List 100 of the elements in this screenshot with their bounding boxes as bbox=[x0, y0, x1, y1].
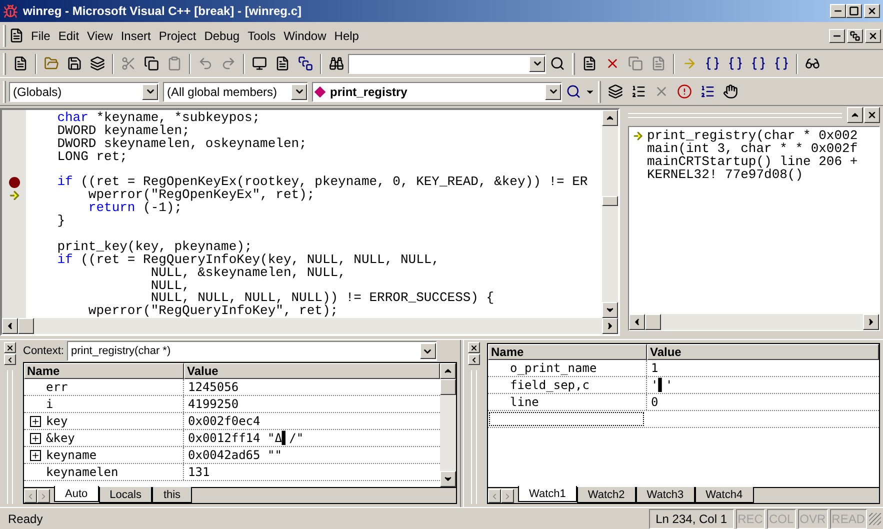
scroll-up-button[interactable] bbox=[602, 110, 618, 126]
dropdown-button[interactable] bbox=[291, 84, 307, 100]
column-header[interactable]: Value bbox=[647, 344, 879, 360]
mdi-restore-button[interactable] bbox=[847, 28, 863, 42]
expand-button[interactable] bbox=[30, 432, 40, 444]
dropdown-button[interactable] bbox=[529, 56, 545, 72]
open-folder-icon[interactable] bbox=[44, 56, 59, 71]
close-pane-button[interactable] bbox=[468, 342, 480, 353]
scroll-left-button[interactable] bbox=[629, 314, 645, 330]
close-pane-button[interactable] bbox=[4, 342, 16, 353]
mdi-minimize-button[interactable] bbox=[829, 28, 845, 42]
variable-name: &key bbox=[46, 430, 75, 446]
filter-dropdown[interactable]: (All global members) bbox=[163, 82, 308, 102]
scrollbar-thumb[interactable] bbox=[645, 314, 661, 330]
binoculars-icon[interactable] bbox=[329, 56, 344, 71]
tab[interactable]: Auto bbox=[54, 486, 99, 502]
scroll-down-button[interactable] bbox=[602, 302, 618, 318]
dropdown-button[interactable] bbox=[420, 343, 436, 359]
maximize-button[interactable] bbox=[846, 4, 862, 18]
paste-icon[interactable] bbox=[167, 56, 182, 71]
scrollbar-thumb[interactable] bbox=[18, 318, 34, 334]
menu-item[interactable]: Tools bbox=[244, 26, 280, 44]
variable-name: field_sep,c bbox=[510, 377, 590, 393]
tab-scroll-right-button[interactable] bbox=[501, 489, 514, 503]
scroll-right-button[interactable] bbox=[602, 318, 618, 334]
maximize-pane-button[interactable] bbox=[847, 107, 863, 123]
new-file-icon[interactable] bbox=[13, 56, 28, 71]
tab[interactable]: Watch1 bbox=[518, 486, 577, 502]
scroll-up-button[interactable] bbox=[440, 363, 456, 379]
breakpoint-icon bbox=[8, 177, 20, 188]
member-dropdown[interactable]: print_registry bbox=[312, 82, 562, 102]
braces-icon[interactable] bbox=[774, 56, 789, 71]
glasses-icon[interactable] bbox=[805, 56, 820, 71]
menu-item[interactable]: Edit bbox=[54, 26, 84, 44]
save-all-icon[interactable] bbox=[90, 56, 105, 71]
column-header[interactable]: Name bbox=[24, 363, 184, 379]
scroll-left-button[interactable] bbox=[2, 318, 18, 334]
expand-button[interactable] bbox=[30, 416, 40, 426]
menu-item[interactable]: Window bbox=[280, 26, 330, 44]
tab-scroll-left-button[interactable] bbox=[488, 489, 501, 503]
dropdown-button[interactable] bbox=[545, 84, 561, 100]
stack-frame[interactable]: main(int 3, char * * 0x002f bbox=[647, 142, 858, 155]
new-watch-field[interactable] bbox=[489, 412, 644, 426]
scrollbar-thumb[interactable] bbox=[440, 379, 456, 395]
cut-icon[interactable] bbox=[121, 56, 136, 71]
hand-icon[interactable] bbox=[723, 84, 738, 99]
current-frame-arrow-icon bbox=[632, 130, 644, 142]
stack-frame[interactable]: mainCRTStartup() line 206 + bbox=[647, 155, 858, 168]
tab[interactable]: this bbox=[152, 487, 192, 503]
scroll-right-button[interactable] bbox=[863, 314, 879, 330]
tab[interactable]: Watch3 bbox=[636, 487, 695, 503]
stack-frame[interactable]: KERNEL32! 77e97d08() bbox=[647, 168, 804, 181]
tab[interactable]: Locals bbox=[98, 487, 152, 503]
braces-icon[interactable] bbox=[705, 56, 720, 71]
list-icon[interactable] bbox=[631, 84, 646, 99]
tab-scroll-right-button[interactable] bbox=[37, 489, 50, 503]
dropdown-button[interactable] bbox=[142, 84, 158, 100]
tab-scroll-left-button[interactable] bbox=[24, 489, 37, 503]
close-icon[interactable] bbox=[654, 84, 669, 99]
up-arrow-icon bbox=[850, 110, 860, 120]
collapse-pane-button[interactable] bbox=[4, 354, 16, 365]
menu-item[interactable]: Insert bbox=[116, 26, 155, 44]
menu-item[interactable]: File bbox=[27, 26, 54, 44]
layers-icon[interactable] bbox=[608, 84, 623, 99]
menu-item[interactable]: Project bbox=[154, 26, 200, 44]
save-icon[interactable] bbox=[67, 56, 82, 71]
list-icon[interactable] bbox=[700, 84, 715, 99]
column-header[interactable]: Value bbox=[184, 363, 440, 379]
minimize-button[interactable] bbox=[830, 4, 846, 18]
scope-dropdown[interactable]: (Globals) bbox=[9, 82, 159, 102]
stop-icon[interactable] bbox=[605, 56, 620, 71]
menu-item[interactable]: Help bbox=[330, 26, 363, 44]
windows-icon[interactable] bbox=[298, 56, 313, 71]
close-button[interactable] bbox=[864, 4, 880, 18]
context-dropdown[interactable]: print_registry(char *) bbox=[66, 341, 437, 361]
plus-icon bbox=[30, 416, 40, 426]
tab[interactable]: Watch4 bbox=[694, 487, 754, 503]
column-header[interactable]: Name bbox=[488, 344, 647, 360]
redo-icon[interactable] bbox=[221, 56, 236, 71]
collapse-pane-button[interactable] bbox=[468, 354, 480, 365]
expand-button[interactable] bbox=[30, 450, 40, 460]
document-icon[interactable] bbox=[275, 56, 290, 71]
copy-icon[interactable] bbox=[144, 56, 159, 71]
find-field[interactable] bbox=[348, 54, 546, 74]
braces-icon[interactable] bbox=[751, 56, 766, 71]
search-icon[interactable] bbox=[550, 56, 565, 71]
menu-item[interactable]: View bbox=[83, 26, 117, 44]
mdi-close-button[interactable] bbox=[865, 28, 881, 42]
tab[interactable]: Watch2 bbox=[576, 487, 636, 503]
undo-icon[interactable] bbox=[198, 56, 213, 71]
stack-frame[interactable]: print_registry(char * 0x002 bbox=[647, 129, 858, 142]
scrollbar-thumb[interactable] bbox=[602, 196, 618, 206]
scroll-down-button[interactable] bbox=[440, 471, 456, 487]
exclamation-icon[interactable] bbox=[677, 84, 692, 99]
monitor-icon[interactable] bbox=[252, 56, 267, 71]
document-icon[interactable] bbox=[582, 56, 597, 71]
search-icon[interactable] bbox=[566, 84, 581, 99]
braces-icon[interactable] bbox=[728, 56, 743, 71]
close-pane-button[interactable] bbox=[864, 107, 880, 123]
menu-item[interactable]: Debug bbox=[200, 26, 244, 44]
